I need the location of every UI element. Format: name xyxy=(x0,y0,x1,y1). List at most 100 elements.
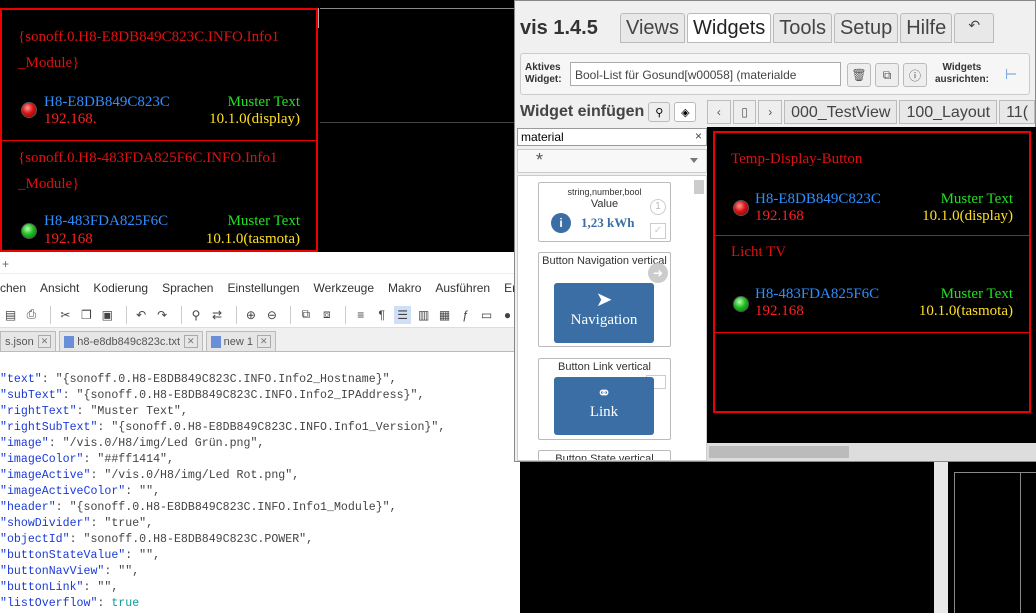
tab-help[interactable]: Hilfe xyxy=(900,13,953,43)
horizontal-scrollbar[interactable] xyxy=(707,443,1036,461)
view-list-button[interactable]: ▯ xyxy=(732,100,757,124)
view-tab[interactable]: 100_Layout xyxy=(899,100,998,124)
doc-map-icon[interactable]: ▦ xyxy=(436,306,453,324)
code-line: "buttonLink": "", xyxy=(0,581,119,594)
copy-icon: ⧉ xyxy=(882,67,892,82)
widget-search-input[interactable]: material × xyxy=(517,128,707,146)
led-red-icon[interactable] xyxy=(21,102,37,118)
view-tab[interactable]: 11( xyxy=(999,100,1036,124)
active-widget-panel: Aktives Widget: Bool-List für Gosund[w000… xyxy=(520,53,1030,95)
menu-item-settings[interactable]: Einstellungen xyxy=(227,281,299,295)
show-all-chars-icon[interactable]: ¶ xyxy=(373,306,390,324)
print-icon[interactable]: ⎙ xyxy=(23,306,40,324)
widget-card-nav[interactable]: Button Navigation vertical ➜ ➤ Navigatio… xyxy=(538,252,671,347)
menu-item-edit[interactable]: chen xyxy=(0,281,26,295)
search-button[interactable]: ⚲ xyxy=(648,102,671,122)
list-item: {sonoff.0.H8-483FDA825F6C.INFO.Info1_Mod… xyxy=(2,141,316,251)
code-line: "header": "{sonoff.0.H8-E8DB849C823C.INF… xyxy=(0,501,397,514)
indent-guide-icon[interactable]: ☰ xyxy=(394,305,412,324)
function-list-icon[interactable]: ƒ xyxy=(457,306,474,324)
undo-icon[interactable]: ↶ xyxy=(133,306,150,324)
copy-widget-button[interactable]: ⧉ xyxy=(875,63,899,87)
clipboard-icon: ▯ xyxy=(741,105,748,119)
list-item-right-text: Muster Text xyxy=(940,286,1013,302)
scrollbar-thumb[interactable] xyxy=(709,446,849,458)
active-widget-select[interactable]: Bool-List für Gosund[w00058] (materialde xyxy=(570,62,841,86)
menu-item-encoding[interactable]: Kodierung xyxy=(93,281,148,295)
list-item-right-subtext: 10.1.0(display) xyxy=(209,111,300,127)
code-line: "imageActiveColor": "", xyxy=(0,485,161,498)
word-wrap-icon[interactable]: ≡ xyxy=(352,306,369,324)
menu-item-macro[interactable]: Makro xyxy=(388,281,421,295)
widget-type-label: Button Link vertical xyxy=(558,361,651,373)
view-canvas[interactable]: Temp-Display-Button H8-E8DB849C823C 192.… xyxy=(707,127,1036,443)
tab-new[interactable]: new 1 ✕ xyxy=(205,331,276,351)
link-tile: ⚭ Link xyxy=(554,377,654,435)
tab-tools[interactable]: Tools xyxy=(773,13,832,43)
tab-setup[interactable]: Setup xyxy=(833,13,899,43)
tab-json[interactable]: s.json ✕ xyxy=(0,331,57,351)
widget-set-filter[interactable]: * xyxy=(517,149,707,173)
list-item-ip: 192.168 xyxy=(755,208,804,224)
editor-text-area[interactable]: "text": "{sonoff.0.H8-E8DB849C823C.INFO.… xyxy=(0,352,520,612)
zoom-out-icon[interactable]: ⊖ xyxy=(263,306,280,324)
led-green-icon[interactable] xyxy=(21,223,37,239)
widget-info-button[interactable]: ⓘ xyxy=(903,63,927,87)
sync-horizontal-icon[interactable]: ⧈ xyxy=(318,306,335,324)
widget-card-link[interactable]: Button Link vertical ⚭ Link xyxy=(538,358,671,440)
code-line: "listOverflow": true xyxy=(0,597,140,610)
tag-button[interactable]: ◈ xyxy=(674,102,697,122)
widget-card-value[interactable]: string,number,bool Value i 1,23 kWh 1 ✓ xyxy=(538,182,671,242)
delete-widget-button[interactable]: 🗑 xyxy=(847,63,871,87)
scrollbar-thumb[interactable] xyxy=(694,180,704,194)
tab-label: h8-e8db849c823c.txt xyxy=(77,335,181,348)
navigation-arrow-icon: ➤ xyxy=(595,289,613,311)
widget-badge: 1 xyxy=(650,199,666,215)
tab-widgets[interactable]: Widgets xyxy=(687,13,772,43)
scroll-left-button[interactable]: ‹ xyxy=(707,100,731,124)
list-item-header: {sonoff.0.H8-E8DB849C823C.INFO.Info1_Mod… xyxy=(18,29,280,71)
close-icon[interactable]: ✕ xyxy=(256,335,271,348)
close-icon[interactable]: ✕ xyxy=(37,335,52,348)
tab-label: new 1 xyxy=(223,335,253,348)
copy-icon[interactable]: ❐ xyxy=(78,306,95,324)
list-item: Temp-Display-Button H8-E8DB849C823C 192.… xyxy=(715,133,1029,229)
menu-item-language[interactable]: Sprachen xyxy=(162,281,213,295)
widget-value-sample: 1,23 kWh xyxy=(581,215,635,230)
close-icon[interactable]: ✕ xyxy=(184,335,198,348)
code-line: "objectId": "sonoff.0.H8-E8DB849C823C.PO… xyxy=(0,533,314,546)
bool-list-widget[interactable]: {sonoff.0.H8-E8DB849C823C.INFO.Info1_Mod… xyxy=(0,8,318,252)
replace-icon[interactable]: ⇄ xyxy=(209,306,226,324)
led-red-icon[interactable] xyxy=(733,200,749,216)
undo-button[interactable]: ↶ xyxy=(954,13,995,43)
tag-icon: ◈ xyxy=(681,106,690,119)
list-item: {sonoff.0.H8-E8DB849C823C.INFO.Info1_Mod… xyxy=(2,10,316,128)
led-green-icon[interactable] xyxy=(733,296,749,312)
vis-editor-window: vis 1.4.5 Views Widgets Tools Setup Hilf… xyxy=(514,0,1036,462)
redo-icon[interactable]: ↷ xyxy=(154,306,171,324)
view-tabs-bar: ‹ ▯ › 000_TestView 100_Layout 11( xyxy=(707,99,1036,125)
widget-card-state[interactable]: Button State vertical xyxy=(538,450,671,460)
list-item-host: H8-E8DB849C823C xyxy=(44,94,170,110)
save-all-icon[interactable]: ▤ xyxy=(2,306,19,324)
sync-vertical-icon[interactable]: ⧉ xyxy=(297,306,314,324)
menu-item-tools[interactable]: Werkzeuge xyxy=(314,281,374,295)
udl-icon[interactable]: ▥ xyxy=(415,306,432,324)
menu-item-view[interactable]: Ansicht xyxy=(40,281,79,295)
cut-icon[interactable]: ✂ xyxy=(57,306,74,324)
scroll-right-button[interactable]: › xyxy=(758,100,783,124)
paste-icon[interactable]: ▣ xyxy=(99,306,116,324)
list-item-host: H8-E8DB849C823C xyxy=(755,191,881,207)
checkbox-icon: ✓ xyxy=(650,223,666,239)
zoom-in-icon[interactable]: ⊕ xyxy=(242,306,259,324)
view-tab[interactable]: 000_TestView xyxy=(784,100,898,124)
find-icon[interactable]: ⚲ xyxy=(188,306,205,324)
align-left-icon[interactable]: ⊢ xyxy=(1005,66,1017,83)
list-item-header: {sonoff.0.H8-483FDA825F6C.INFO.Info1_Mod… xyxy=(18,150,278,192)
bool-list-widget-preview[interactable]: Temp-Display-Button H8-E8DB849C823C 192.… xyxy=(713,131,1031,413)
menu-item-run[interactable]: Ausführen xyxy=(435,281,490,295)
clear-search-icon[interactable]: × xyxy=(695,129,702,143)
folder-workspace-icon[interactable]: ▭ xyxy=(478,306,495,324)
tab-txt[interactable]: h8-e8db849c823c.txt ✕ xyxy=(59,331,203,351)
tab-views[interactable]: Views xyxy=(620,13,685,43)
